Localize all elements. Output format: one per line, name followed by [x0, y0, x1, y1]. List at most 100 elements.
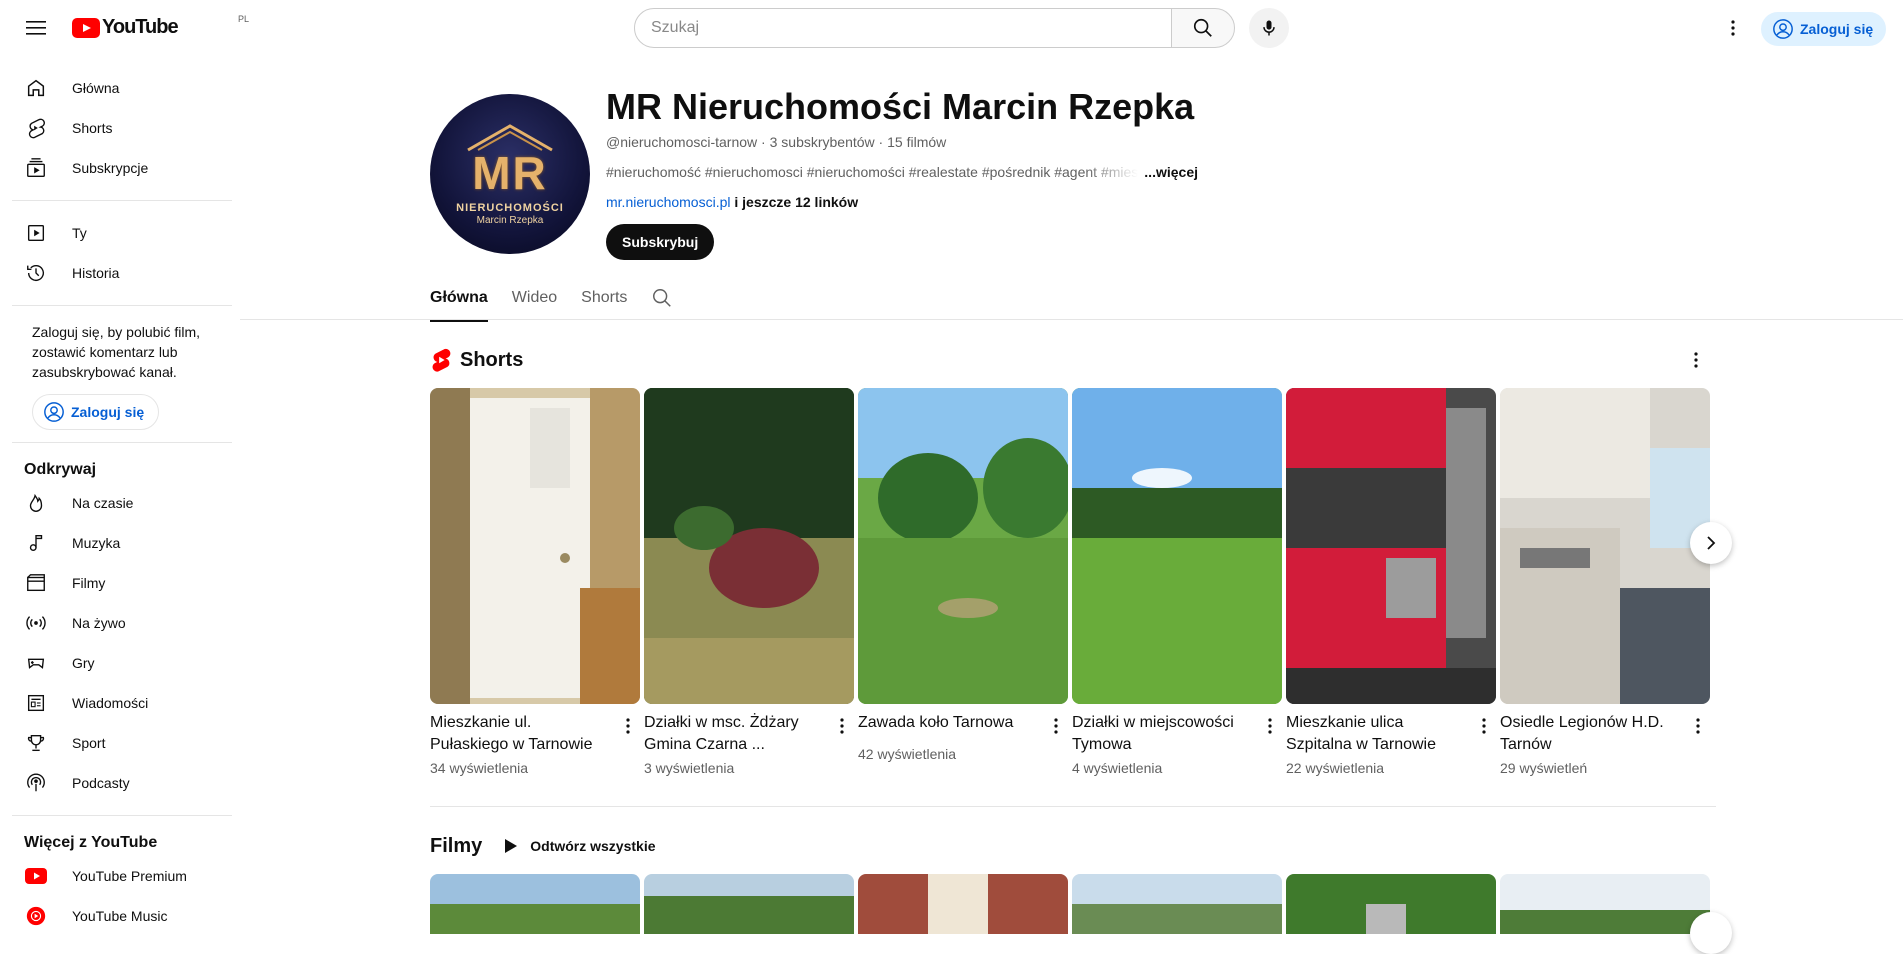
short-menu-icon[interactable]: [1686, 714, 1710, 738]
subscribe-button[interactable]: Subskrybuj: [606, 224, 715, 260]
video-thumbnail[interactable]: [1286, 874, 1496, 934]
signin-promo-text: Zaloguj się, by polubić film, zostawić k…: [32, 324, 201, 380]
search-button[interactable]: [1171, 8, 1235, 48]
channel-link[interactable]: mr.nieruchomosci.pl: [606, 194, 731, 210]
sidebar-item-gaming[interactable]: Gry: [12, 643, 216, 683]
sidebar-item-history[interactable]: Historia: [12, 253, 216, 293]
sidebar-item-sport[interactable]: Sport: [12, 723, 216, 763]
sidebar-item-label: Wiadomości: [72, 695, 149, 711]
sidebar-item-home[interactable]: Główna: [12, 68, 216, 108]
short-card[interactable]: Działki w msc. Żdżary Gmina Czarna ... 3…: [644, 388, 854, 776]
live-icon: [24, 611, 48, 635]
short-menu-icon[interactable]: [1044, 714, 1068, 738]
more-options-icon[interactable]: [1713, 8, 1753, 48]
channel-page: MR NIERUCHOMOŚCI Marcin Rzepka MR Nieruc…: [232, 56, 1903, 954]
films-shelf-header: Filmy Odtwórz wszystkie: [430, 826, 656, 866]
signin-button[interactable]: Zaloguj się: [1761, 12, 1887, 46]
channel-tabs: Główna Wideo Shorts: [430, 274, 697, 322]
short-title[interactable]: Mieszkanie ulica Szpitalna w Tarnowie: [1286, 712, 1466, 756]
sidebar-item-label: Na czasie: [72, 495, 134, 511]
sidebar-item-youtube-premium[interactable]: YouTube Premium: [12, 856, 216, 896]
short-menu-icon[interactable]: [830, 714, 854, 738]
video-count: 15 filmów: [887, 134, 947, 150]
short-card[interactable]: Osiedle Legionów H.D. Tarnów 29 wyświetl…: [1500, 388, 1710, 776]
tab-shorts[interactable]: Shorts: [581, 274, 627, 322]
channel-handle: @nieruchomosci-tarnow: [606, 134, 758, 150]
tab-search[interactable]: [651, 274, 673, 322]
short-thumbnail[interactable]: [1286, 388, 1496, 704]
films-row: [430, 874, 1714, 934]
more-from-youtube-title: Więcej z YouTube: [24, 834, 158, 851]
sidebar-item-live[interactable]: Na żywo: [12, 603, 216, 643]
short-card[interactable]: Mieszkanie ulica Szpitalna w Tarnowie 22…: [1286, 388, 1496, 776]
sidebar-item-youtube-music[interactable]: YouTube Music: [12, 896, 216, 926]
sidebar-item-you[interactable]: Ty: [12, 213, 216, 253]
sidebar-item-subscriptions[interactable]: Subskrypcje: [12, 148, 216, 188]
short-card[interactable]: Mieszkanie ul. Pułaskiego w Tarnowie 34 …: [430, 388, 640, 776]
short-title[interactable]: Zawada koło Tarnowa: [858, 712, 1038, 734]
youtube-premium-icon: [24, 864, 48, 888]
short-thumbnail[interactable]: [1072, 388, 1282, 704]
sidebar-item-podcasts[interactable]: Podcasty: [12, 763, 216, 803]
video-thumbnail[interactable]: [858, 874, 1068, 934]
video-thumbnail[interactable]: [1072, 874, 1282, 934]
short-thumbnail[interactable]: [430, 388, 640, 704]
sidebar-divider: [12, 200, 232, 201]
films-next-button[interactable]: [1690, 912, 1732, 954]
music-icon: [24, 531, 48, 555]
sidebar-item-label: Sport: [72, 735, 106, 751]
channel-description[interactable]: #nieruchomość #nieruchomosci #nieruchomo…: [606, 164, 1198, 180]
video-thumbnail[interactable]: [1500, 874, 1710, 934]
voice-search-button[interactable]: [1249, 8, 1289, 48]
shorts-shelf-header: Shorts: [430, 340, 1730, 380]
search-input[interactable]: [651, 19, 1171, 37]
shorts-icon: [432, 348, 451, 372]
sidebar-signin-button[interactable]: Zaloguj się: [32, 394, 160, 430]
video-thumbnail[interactable]: [430, 874, 640, 934]
news-icon: [24, 691, 48, 715]
sidebar-item-news[interactable]: Wiadomości: [12, 683, 216, 723]
short-title[interactable]: Osiedle Legionów H.D. Tarnów: [1500, 712, 1680, 756]
sidebar-item-label: Filmy: [72, 575, 106, 591]
shelf-next-button[interactable]: [1690, 522, 1732, 564]
short-menu-icon[interactable]: [1472, 714, 1496, 738]
you-icon: [24, 221, 48, 245]
video-thumbnail[interactable]: [644, 874, 854, 934]
sidebar-item-music[interactable]: Muzyka: [12, 523, 216, 563]
channel-avatar[interactable]: MR NIERUCHOMOŚCI Marcin Rzepka: [430, 94, 590, 254]
sidebar-item-label: Historia: [72, 265, 120, 281]
sidebar-signin-label: Zaloguj się: [71, 404, 145, 420]
youtube-music-icon: [24, 904, 48, 926]
short-thumbnail[interactable]: [1500, 388, 1710, 704]
tab-home[interactable]: Główna: [430, 274, 488, 322]
description-more-link[interactable]: ...więcej: [1144, 164, 1198, 180]
short-thumbnail[interactable]: [644, 388, 854, 704]
microphone-icon: [1263, 20, 1275, 36]
channel-title: MR Nieruchomości Marcin Rzepka: [606, 86, 1195, 127]
channel-links: mr.nieruchomosci.pl i jeszcze 12 linków: [606, 194, 858, 210]
gaming-icon: [24, 651, 48, 675]
sidebar-item-label: Muzyka: [72, 535, 121, 551]
short-title[interactable]: Mieszkanie ul. Pułaskiego w Tarnowie: [430, 712, 610, 756]
sidebar-item-label: YouTube Premium: [72, 868, 187, 884]
short-thumbnail[interactable]: [858, 388, 1068, 704]
play-all-label: Odtwórz wszystkie: [530, 838, 656, 854]
short-title[interactable]: Działki w miejscowości Tymowa: [1072, 712, 1252, 756]
play-all-button[interactable]: Odtwórz wszystkie: [504, 838, 656, 854]
short-menu-icon[interactable]: [1258, 714, 1282, 738]
more-links[interactable]: i jeszcze 12 linków: [734, 194, 858, 210]
sidebar-item-trending[interactable]: Na czasie: [12, 483, 216, 523]
films-shelf-title: Filmy: [430, 834, 483, 857]
short-card[interactable]: Działki w miejscowości Tymowa 4 wyświetl…: [1072, 388, 1282, 776]
description-text: #nieruchomość #nieruchomosci #nieruchomo…: [606, 164, 1139, 180]
avatar-logo-subtext: NIERUCHOMOŚCI: [456, 202, 564, 214]
short-card[interactable]: Zawada koło Tarnowa 42 wyświetlenia: [858, 388, 1068, 776]
youtube-logo[interactable]: YouTube PL: [72, 14, 249, 39]
shelf-menu-icon[interactable]: [1676, 340, 1716, 380]
menu-icon[interactable]: [16, 8, 56, 48]
short-menu-icon[interactable]: [616, 714, 640, 738]
short-title[interactable]: Działki w msc. Żdżary Gmina Czarna ...: [644, 712, 824, 756]
tab-videos[interactable]: Wideo: [512, 274, 557, 322]
sidebar-item-shorts[interactable]: Shorts: [12, 108, 216, 148]
sidebar-item-movies[interactable]: Filmy: [12, 563, 216, 603]
